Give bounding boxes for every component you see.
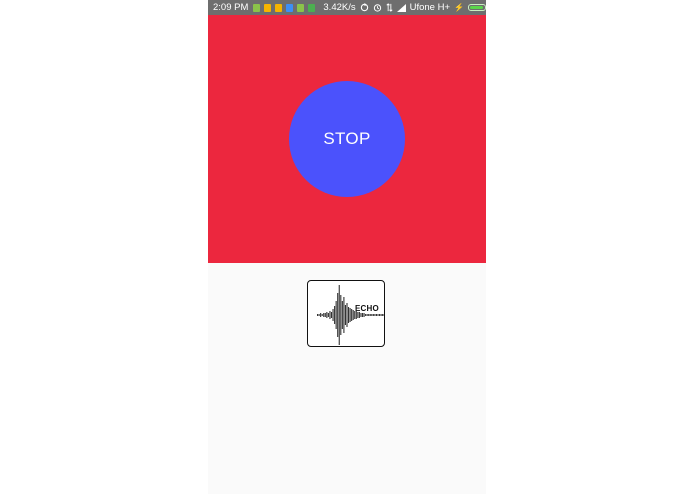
carrier-label: Ufone H+ bbox=[409, 2, 451, 13]
signal-icon bbox=[396, 3, 406, 12]
battery-level bbox=[469, 6, 484, 9]
status-time: 2:09 PM bbox=[213, 2, 249, 13]
echo-logo-text: ECHO bbox=[355, 304, 379, 313]
lock-icon bbox=[297, 3, 305, 12]
sound-wave-icon bbox=[317, 285, 384, 345]
echo-logo: ECHO bbox=[307, 280, 385, 347]
app-notification-icon bbox=[275, 3, 283, 12]
status-bar: 2:09 PM 3.42K/s Ufone H+ ⚡ bbox=[208, 0, 486, 15]
android-icon bbox=[253, 3, 261, 12]
network-speed: 3.42K/s bbox=[323, 2, 356, 13]
alarm-icon bbox=[373, 4, 381, 12]
app-notification-icon bbox=[264, 3, 272, 12]
android-icon bbox=[308, 3, 316, 12]
battery-icon bbox=[467, 4, 486, 11]
stop-button[interactable]: STOP bbox=[289, 81, 405, 197]
sync-icon bbox=[360, 3, 368, 12]
data-transfer-icon bbox=[386, 3, 393, 12]
charging-icon: ⚡ bbox=[454, 3, 464, 12]
red-panel: STOP bbox=[208, 15, 486, 263]
phone-screen: 2:09 PM 3.42K/s Ufone H+ ⚡ STOP ECHO bbox=[208, 0, 486, 494]
messenger-icon bbox=[286, 3, 294, 12]
